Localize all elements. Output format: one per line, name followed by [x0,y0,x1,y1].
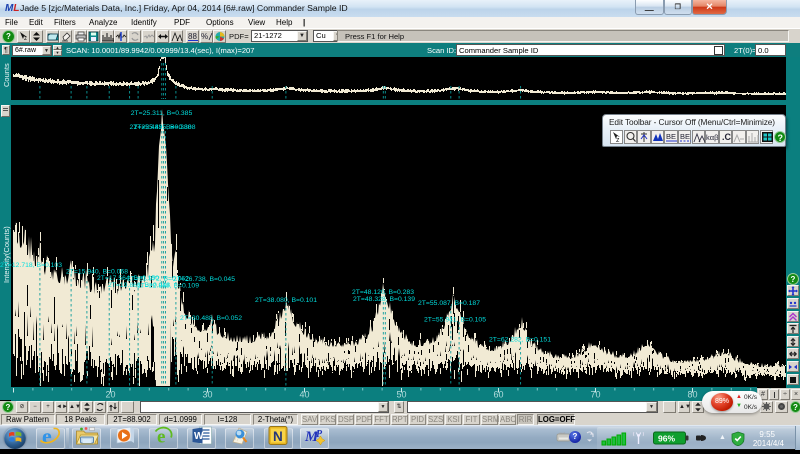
svg-text:88: 88 [188,32,197,41]
svg-text:.C: .C [722,132,732,142]
svg-text:%: % [201,32,208,41]
svg-text:2T=12.718, B=0.103: 2T=12.718, B=0.103 [0,262,62,269]
svg-text:2T=62.282, B=0.151: 2T=62.282, B=0.151 [489,337,551,344]
svg-text:50: 50 [396,390,406,400]
svg-text:BE: BE [666,132,676,141]
svg-text:kαβ: kαβ [706,133,719,142]
svg-text:BE: BE [680,132,690,141]
svg-text:2T=55.087, B=0.187: 2T=55.087, B=0.187 [418,300,480,307]
svg-text:60: 60 [493,390,503,400]
svg-text:70: 70 [590,390,600,400]
svg-text:2T=38.080, B=0.101: 2T=38.080, B=0.101 [255,297,317,304]
svg-text:2T=25.495, B=0.308: 2T=25.495, B=0.308 [134,124,196,131]
svg-text:2T=30.488, B=0.052: 2T=30.488, B=0.052 [180,315,242,322]
svg-text:2T=48.120, B=0.283: 2T=48.120, B=0.283 [352,289,414,296]
svg-text:2T=48.328, B=0.139: 2T=48.328, B=0.139 [353,296,415,303]
svg-text:2T=22.848, B=0.109: 2T=22.848, B=0.109 [137,283,199,290]
svg-text:2T=25.311, B=0.385: 2T=25.311, B=0.385 [131,110,193,117]
svg-text:30: 30 [202,390,212,400]
svg-text:W: W [194,431,204,442]
svg-text:96%: 96% [658,434,675,444]
svg-text:N: N [273,429,283,444]
svg-text:80: 80 [687,390,697,400]
svg-text:z: z [616,137,620,143]
svg-text:z: z [24,36,27,42]
svg-text:40: 40 [299,390,309,400]
svg-text:20: 20 [105,390,115,400]
svg-text:2T=55.941, B=0.105: 2T=55.941, B=0.105 [424,317,486,324]
